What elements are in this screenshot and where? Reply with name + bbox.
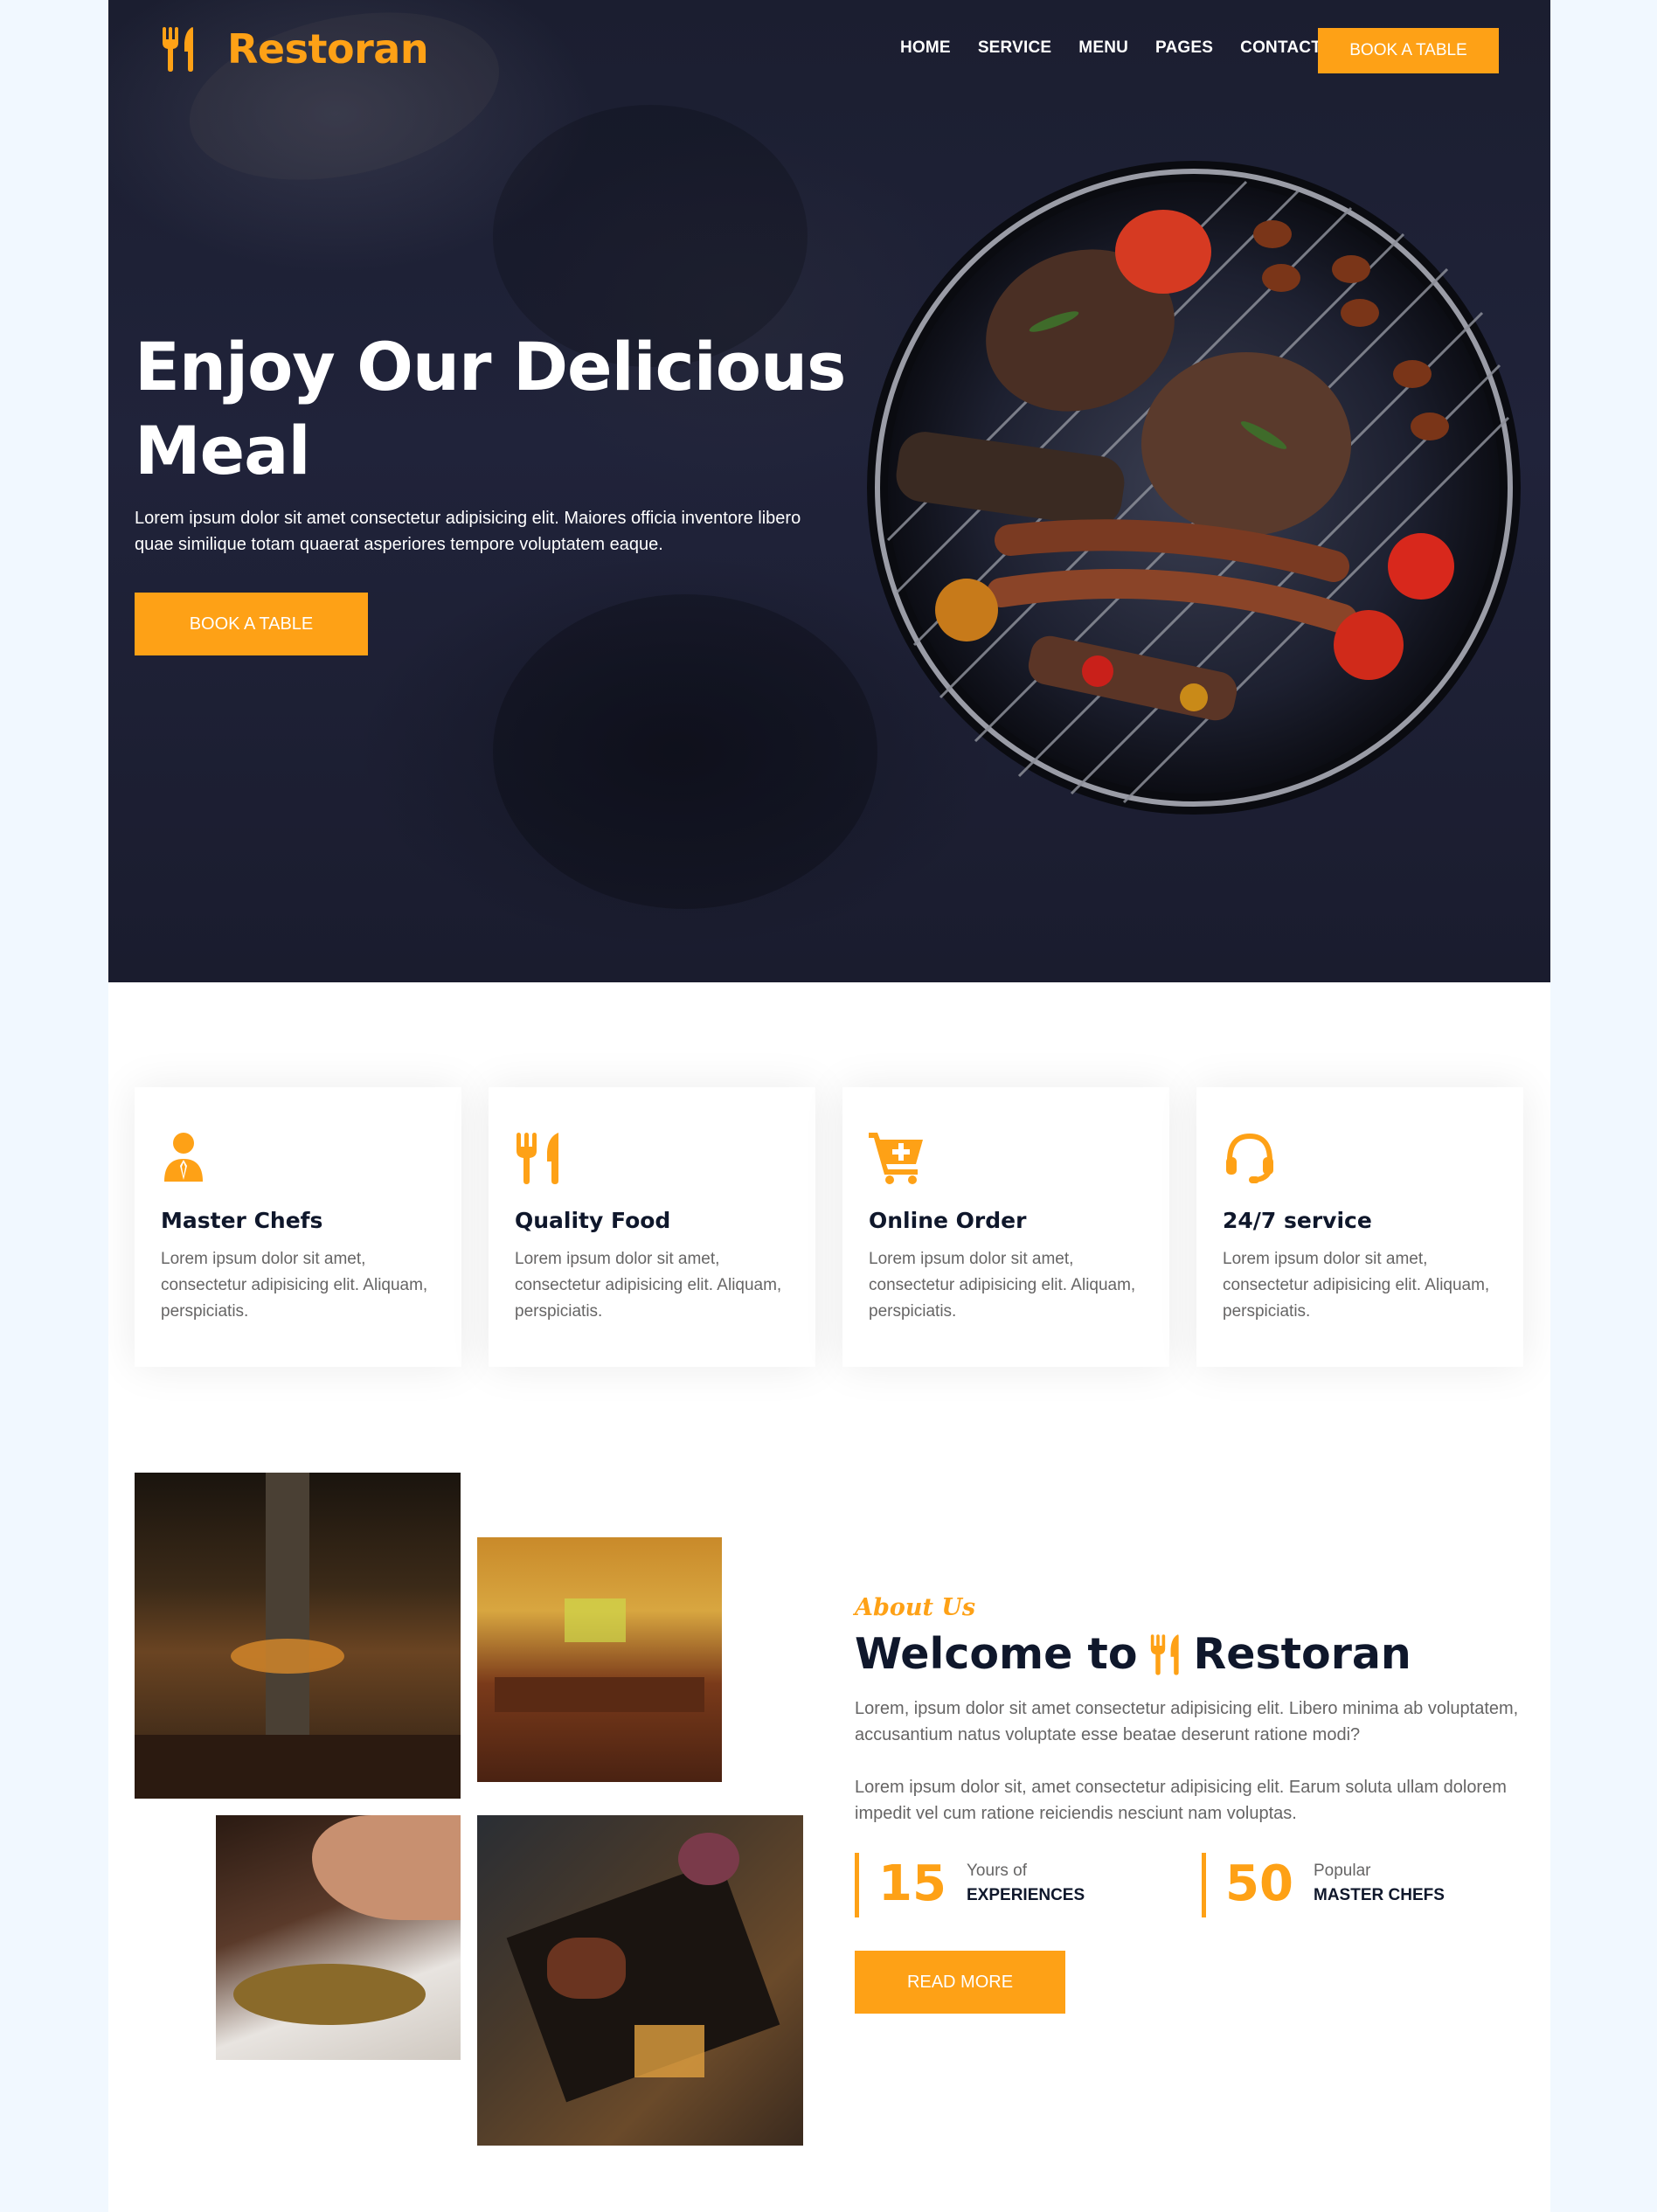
stat-experience: 15 Yours of EXPERIENCES: [855, 1853, 1191, 1917]
dining-room-photo: [477, 1537, 722, 1782]
read-more-button[interactable]: READ MORE: [855, 1951, 1065, 2014]
stat-number: 50: [1225, 1855, 1293, 1912]
service-card-24-7-service: 24/7 service Lorem ipsum dolor sit amet,…: [1196, 1087, 1523, 1367]
bbq-grill-image: [867, 161, 1521, 815]
photo-decor: [135, 1735, 461, 1799]
hero-title-line1: Enjoy Our Delicious: [135, 328, 846, 406]
service-title: Quality Food: [515, 1208, 671, 1233]
stat-caption: Popular: [1314, 1862, 1371, 1880]
brand-logo[interactable]: Restoran: [161, 23, 429, 75]
service-title: Online Order: [869, 1208, 1027, 1233]
utensils-icon: [163, 27, 193, 72]
service-text: Lorem ipsum dolor sit amet, consectetur …: [869, 1250, 1136, 1321]
photo-decor: [565, 1598, 626, 1642]
photo-decor: [634, 2025, 704, 2077]
nav-menu[interactable]: MENU: [1078, 38, 1128, 58]
service-card-quality-food: Quality Food Lorem ipsum dolor sit amet,…: [489, 1087, 815, 1367]
top-navbar: Restoran HOME SERVICE MENU PAGES CONTACT…: [108, 0, 1550, 100]
photo-decor: [678, 1833, 739, 1885]
photo-decor: [312, 1815, 461, 1920]
salad-plate-photo: [216, 1815, 461, 2060]
about-paragraph: Lorem ipsum dolor sit, amet consectetur …: [855, 1778, 1507, 1823]
photo-decor: [547, 1938, 626, 1999]
about-title: Welcome to Restoran: [855, 1629, 1411, 1679]
about-subtitle: About Us: [855, 1594, 976, 1621]
food-platter-photo: [477, 1815, 803, 2146]
service-title: Master Chefs: [161, 1208, 323, 1233]
hero-book-table-button[interactable]: BOOK A TABLE: [135, 593, 368, 655]
stat-label: EXPERIENCES: [967, 1886, 1085, 1904]
photo-decor: [495, 1677, 704, 1712]
service-text: Lorem ipsum dolor sit amet, consectetur …: [515, 1250, 782, 1321]
service-text: Lorem ipsum dolor sit amet, consectetur …: [161, 1250, 428, 1321]
brand-name: Restoran: [227, 25, 429, 73]
nav-home[interactable]: HOME: [900, 38, 951, 58]
stat-caption: Yours of: [967, 1862, 1028, 1880]
nav-service[interactable]: SERVICE: [978, 38, 1051, 58]
nav-contact[interactable]: CONTACT: [1240, 38, 1321, 58]
service-title: 24/7 service: [1223, 1208, 1372, 1233]
stat-label: MASTER CHEFS: [1314, 1886, 1445, 1904]
about-title-prefix: Welcome to: [855, 1629, 1138, 1679]
main-menu: HOME SERVICE MENU PAGES CONTACT: [900, 38, 1348, 58]
photo-decor: [231, 1639, 344, 1674]
service-card-online-order: Online Order Lorem ipsum dolor sit amet,…: [842, 1087, 1169, 1367]
utensils-icon: [517, 1133, 558, 1184]
about-title-brand: Restoran: [1193, 1629, 1411, 1679]
hero-description: Lorem ipsum dolor sit amet consectetur a…: [135, 509, 801, 554]
nav-pages-dropdown[interactable]: PAGES: [1155, 38, 1213, 58]
cart-plus-icon: [869, 1133, 923, 1184]
service-text: Lorem ipsum dolor sit amet, consectetur …: [1223, 1250, 1490, 1321]
hero-background-decor: [493, 594, 877, 909]
hero-title: Enjoy Our Delicious Meal: [135, 325, 886, 493]
utensils-icon: [1151, 1633, 1180, 1675]
hero-section: Restoran HOME SERVICE MENU PAGES CONTACT…: [108, 0, 1550, 982]
stat-master-chefs: 50 Popular MASTER CHEFS: [1202, 1853, 1538, 1917]
about-paragraph: Lorem, ipsum dolor sit amet consectetur …: [855, 1699, 1519, 1744]
chef-icon: [164, 1133, 203, 1182]
hero-title-line2: Meal: [135, 412, 311, 489]
restaurant-interior-photo: [135, 1473, 461, 1799]
stat-number: 15: [878, 1855, 946, 1912]
photo-decor: [233, 1964, 426, 2025]
service-card-master-chefs: Master Chefs Lorem ipsum dolor sit amet,…: [135, 1087, 461, 1367]
nav-book-table-button[interactable]: BOOK A TABLE: [1318, 28, 1499, 73]
headset-icon: [1226, 1133, 1273, 1183]
page: Restoran HOME SERVICE MENU PAGES CONTACT…: [108, 0, 1550, 2212]
